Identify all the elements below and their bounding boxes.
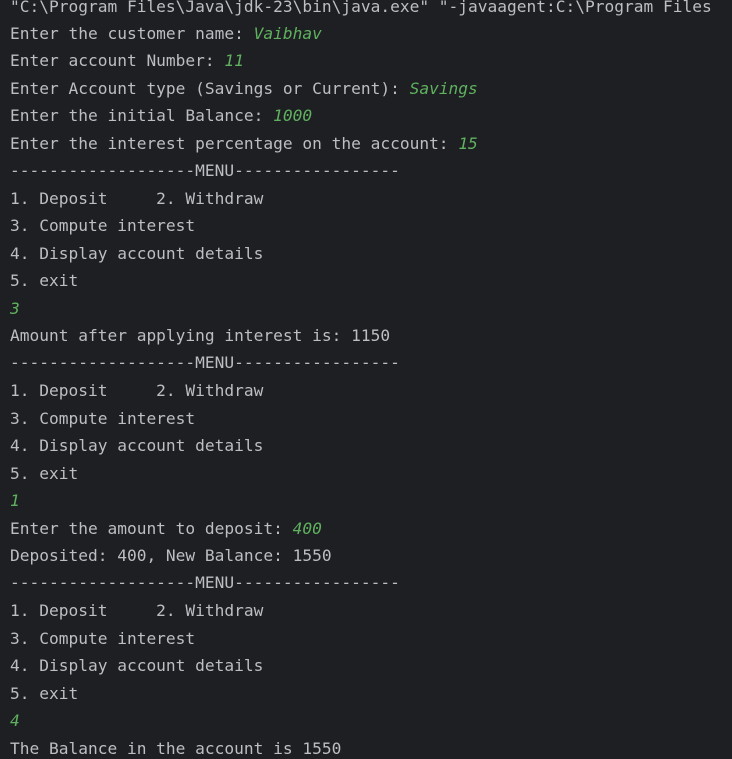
console-line-initial-balance: Enter the initial Balance: 1000 [10,102,312,129]
user-input-text: Vaibhav [253,24,322,43]
user-input-text: Savings [409,79,478,98]
console-output-balance: The Balance in the account is 1550 [10,739,342,758]
prompt-text: Enter the amount to deposit: [10,519,293,538]
menu-option-deposit-withdraw: 1. Deposit 2. Withdraw [10,381,264,400]
user-input-text: 1000 [273,106,313,125]
menu-option-compute-interest: 3. Compute interest [10,216,196,235]
prompt-text: Enter account Number: [10,51,225,70]
menu-header: -------------------MENU----------------- [10,161,400,180]
console-line-deposit-amount: Enter the amount to deposit: 400 [10,515,322,542]
menu-option-compute-interest: 3. Compute interest [10,409,196,428]
console-line-account-type: Enter Account type (Savings or Current):… [10,75,478,102]
prompt-text: Enter the customer name: [10,24,254,43]
console-output-interest: Amount after applying interest is: 1150 [10,326,391,345]
user-menu-choice: 4 [10,711,20,730]
menu-option-exit: 5. exit [10,271,79,290]
user-input-text: 400 [292,519,322,538]
console-line-interest-percentage: Enter the interest percentage on the acc… [10,130,478,157]
prompt-text: Enter Account type (Savings or Current): [10,79,410,98]
menu-option-compute-interest: 3. Compute interest [10,629,196,648]
menu-option-display-details: 4. Display account details [10,656,264,675]
menu-option-exit: 5. exit [10,684,79,703]
menu-option-display-details: 4. Display account details [10,244,264,263]
menu-option-deposit-withdraw: 1. Deposit 2. Withdraw [10,189,264,208]
menu-option-exit: 5. exit [10,464,79,483]
console-command-line: "C:\Program Files\Java\jdk-23\bin\java.e… [10,0,712,16]
menu-option-display-details: 4. Display account details [10,436,264,455]
prompt-text: Enter the interest percentage on the acc… [10,134,459,153]
user-menu-choice: 3 [10,299,20,318]
console-line-customer-name: Enter the customer name: Vaibhav [10,20,322,47]
user-menu-choice: 1 [10,491,20,510]
prompt-text: Enter the initial Balance: [10,106,274,125]
console-line-account-number: Enter account Number: 11 [10,47,244,74]
user-input-text: 15 [458,134,478,153]
menu-header: -------------------MENU----------------- [10,353,400,372]
menu-header: -------------------MENU----------------- [10,573,400,592]
user-input-text: 11 [224,51,244,70]
menu-option-deposit-withdraw: 1. Deposit 2. Withdraw [10,601,264,620]
run-console-output[interactable]: "C:\Program Files\Java\jdk-23\bin\java.e… [0,0,732,759]
console-output-deposited: Deposited: 400, New Balance: 1550 [10,546,332,565]
